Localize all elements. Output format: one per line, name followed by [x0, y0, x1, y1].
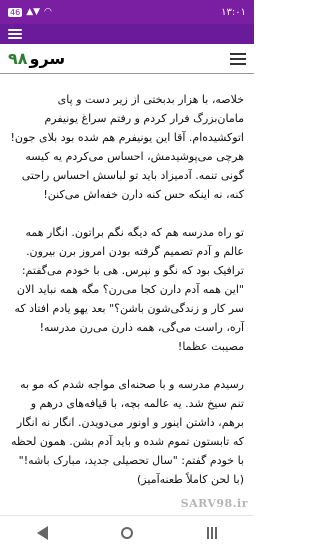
status-bar: 46 ▲▼ ◠ ۱۳:۰۱	[0, 0, 254, 24]
back-button[interactable]	[32, 523, 52, 543]
site-logo[interactable]: سرو ۹۸	[8, 49, 65, 68]
recent-apps-icon	[206, 527, 217, 539]
status-icons: 46 ▲▼ ◠	[8, 7, 52, 17]
battery-icon: 46	[8, 7, 23, 17]
app-toolbar	[0, 24, 254, 44]
home-button[interactable]	[117, 523, 137, 543]
hamburger-menu-icon[interactable]	[230, 52, 246, 65]
overflow-menu-icon[interactable]	[8, 29, 22, 39]
article-paragraph-2: تو راه مدرسه هم که دیگه نگم براتون. انگا…	[14, 226, 245, 353]
status-time: ۱۳:۰۱	[221, 6, 246, 18]
article-container: خلاصه، با هزار بدبختی از زیر دست و پای م…	[0, 76, 254, 516]
watermark: SARV98.ir	[180, 497, 248, 510]
site-header: سرو ۹۸	[0, 44, 254, 74]
article-paragraph-3: رسیدم مدرسه و با صحنه‌ای مواجه شدم که مو…	[10, 378, 244, 486]
logo-number: ۹۸	[8, 49, 28, 68]
signal-icon: ▲▼	[26, 7, 41, 17]
article-paragraph-1: خلاصه، با هزار بدبختی از زیر دست و پای م…	[10, 93, 245, 201]
article-body: خلاصه، با هزار بدبختی از زیر دست و پای م…	[0, 76, 254, 489]
home-icon	[120, 527, 133, 539]
recent-apps-button[interactable]	[202, 523, 222, 543]
logo-text: سرو	[29, 49, 66, 68]
back-icon	[36, 526, 48, 540]
system-nav-bar	[0, 515, 254, 550]
wifi-icon: ◠	[44, 7, 52, 17]
